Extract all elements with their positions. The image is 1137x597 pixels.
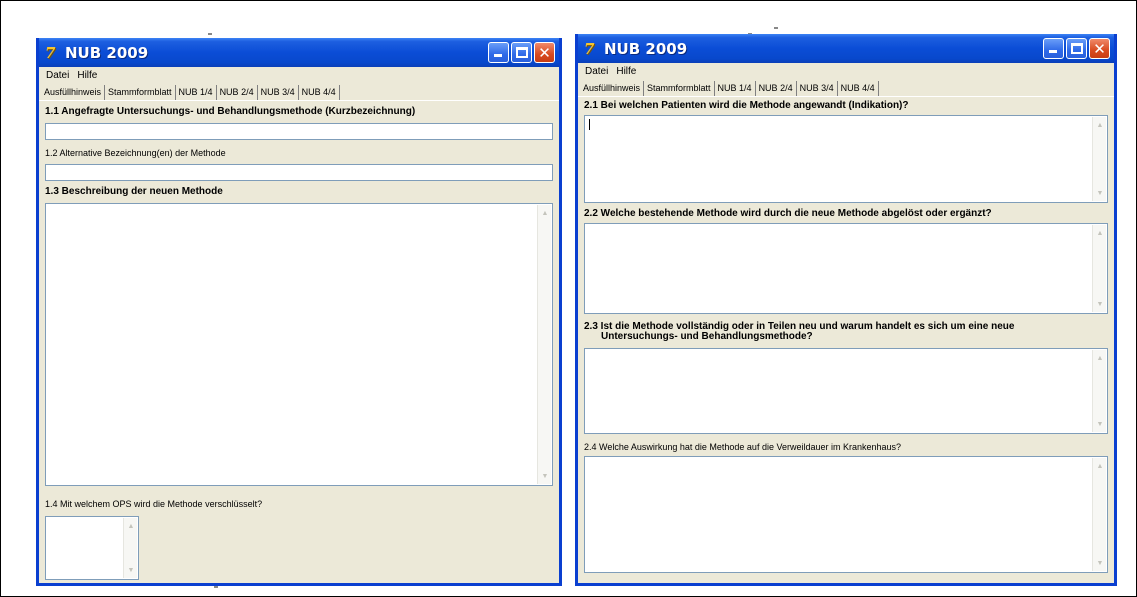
tab-content: 2.1 Bei welchen Patienten wird die Metho…	[578, 97, 1114, 573]
tab-strip: Ausfüllhinweis Stammformblatt NUB 1/4 NU…	[39, 83, 559, 101]
section-2-1-heading: 2.1 Bei welchen Patienten wird die Metho…	[584, 100, 909, 111]
scroll-up-arrow-icon[interactable]: ▲	[125, 520, 137, 532]
tab-nub-2-4[interactable]: NUB 2/4	[217, 85, 258, 100]
section-2-3-line-2: Untersuchungs- und Behandlungsmethode?	[601, 331, 813, 342]
scroll-up-arrow-icon[interactable]: ▲	[1094, 460, 1106, 472]
scroll-up-arrow-icon[interactable]: ▲	[539, 207, 551, 219]
app-logo-icon: 7	[45, 43, 56, 62]
alternative-name-input[interactable]	[45, 164, 553, 181]
section-2-3-heading: 2.3 Ist die Methode vollständig oder in …	[584, 322, 1108, 342]
text-caret	[589, 119, 590, 130]
indication-textarea[interactable]: ▲ ▼	[584, 115, 1108, 203]
left-window: 7 NUB 2009 ✕ Datei Hilfe Ausfüllhinweis …	[36, 38, 562, 586]
maximize-icon	[516, 47, 528, 58]
tab-stammformblatt[interactable]: Stammformblatt	[105, 85, 176, 100]
vertical-scrollbar[interactable]: ▲ ▼	[1092, 458, 1106, 571]
length-of-stay-textarea[interactable]: ▲ ▼	[584, 456, 1108, 573]
section-1-2-label: 1.2 Alternative Bezeichnung(en) der Meth…	[45, 148, 226, 158]
title-bar[interactable]: 7 NUB 2009 ✕	[39, 38, 559, 67]
section-1-3-heading: 1.3 Beschreibung der neuen Methode	[45, 186, 223, 197]
section-2-2-heading: 2.2 Welche bestehende Methode wird durch…	[584, 208, 992, 219]
vertical-scrollbar[interactable]: ▲ ▼	[1092, 117, 1106, 201]
vertical-scrollbar[interactable]: ▲ ▼	[1092, 225, 1106, 312]
tab-content: 1.1 Angefragte Untersuchungs- und Behand…	[39, 101, 559, 580]
tab-ausfuellhinweis[interactable]: Ausfüllhinweis	[580, 81, 645, 96]
section-1-1-heading: 1.1 Angefragte Untersuchungs- und Behand…	[45, 106, 416, 117]
menu-bar: Datei Hilfe	[39, 67, 559, 83]
scroll-down-arrow-icon[interactable]: ▼	[1094, 298, 1106, 310]
title-bar[interactable]: 7 NUB 2009 ✕	[578, 34, 1114, 63]
window-controls: ✕	[488, 42, 555, 63]
stray-mark	[774, 27, 778, 29]
maximize-icon	[1071, 43, 1083, 54]
maximize-button[interactable]	[511, 42, 532, 63]
window-title: NUB 2009	[65, 43, 149, 62]
section-1-4-label: 1.4 Mit welchem OPS wird die Methode ver…	[45, 499, 263, 509]
menu-datei[interactable]: Datei	[581, 66, 612, 77]
method-description-textarea[interactable]: ▲ ▼	[45, 203, 553, 486]
vertical-scrollbar[interactable]: ▲ ▼	[123, 518, 137, 578]
short-name-input[interactable]	[45, 123, 553, 140]
minimize-icon	[494, 54, 502, 57]
tab-nub-4-4[interactable]: NUB 4/4	[299, 85, 340, 100]
close-icon: ✕	[1093, 39, 1106, 58]
scroll-down-arrow-icon[interactable]: ▼	[1094, 187, 1106, 199]
scroll-up-arrow-icon[interactable]: ▲	[1094, 352, 1106, 364]
stray-mark	[214, 586, 218, 588]
replaced-method-textarea[interactable]: ▲ ▼	[584, 223, 1108, 314]
vertical-scrollbar[interactable]: ▲ ▼	[537, 205, 551, 484]
tab-nub-1-4[interactable]: NUB 1/4	[175, 85, 217, 100]
minimize-button[interactable]	[488, 42, 509, 63]
minimize-button[interactable]	[1043, 38, 1064, 59]
close-icon: ✕	[538, 43, 551, 62]
scroll-up-arrow-icon[interactable]: ▲	[1094, 119, 1106, 131]
menu-bar: Datei Hilfe	[578, 63, 1114, 79]
tab-nub-4-4[interactable]: NUB 4/4	[838, 81, 879, 96]
ops-code-textarea[interactable]: ▲ ▼	[45, 516, 139, 580]
close-button[interactable]: ✕	[1089, 38, 1110, 59]
tab-nub-2-4[interactable]: NUB 2/4	[755, 81, 797, 96]
tab-stammformblatt[interactable]: Stammformblatt	[644, 81, 715, 96]
scroll-up-arrow-icon[interactable]: ▲	[1094, 227, 1106, 239]
scroll-down-arrow-icon[interactable]: ▼	[539, 470, 551, 482]
menu-datei[interactable]: Datei	[42, 70, 73, 81]
tab-strip: Ausfüllhinweis Stammformblatt NUB 1/4 NU…	[578, 79, 1114, 97]
right-window: 7 NUB 2009 ✕ Datei Hilfe Ausfüllhinweis …	[575, 34, 1117, 586]
tab-nub-3-4[interactable]: NUB 3/4	[797, 81, 838, 96]
novelty-textarea[interactable]: ▲ ▼	[584, 348, 1108, 434]
scroll-down-arrow-icon[interactable]: ▼	[1094, 557, 1106, 569]
scroll-down-arrow-icon[interactable]: ▼	[1094, 418, 1106, 430]
close-button[interactable]: ✕	[534, 42, 555, 63]
menu-hilfe[interactable]: Hilfe	[612, 66, 640, 77]
section-2-4-label: 2.4 Welche Auswirkung hat die Methode au…	[584, 442, 902, 452]
stray-mark	[208, 33, 212, 35]
vertical-scrollbar[interactable]: ▲ ▼	[1092, 350, 1106, 432]
minimize-icon	[1049, 50, 1057, 53]
tab-nub-3-4[interactable]: NUB 3/4	[258, 85, 299, 100]
tab-nub-1-4[interactable]: NUB 1/4	[715, 81, 756, 96]
scroll-down-arrow-icon[interactable]: ▼	[125, 564, 137, 576]
menu-hilfe[interactable]: Hilfe	[73, 70, 101, 81]
window-controls: ✕	[1043, 38, 1110, 59]
app-logo-icon: 7	[584, 39, 595, 58]
window-title: NUB 2009	[604, 39, 688, 58]
maximize-button[interactable]	[1066, 38, 1087, 59]
tab-ausfuellhinweis[interactable]: Ausfüllhinweis	[41, 85, 106, 100]
